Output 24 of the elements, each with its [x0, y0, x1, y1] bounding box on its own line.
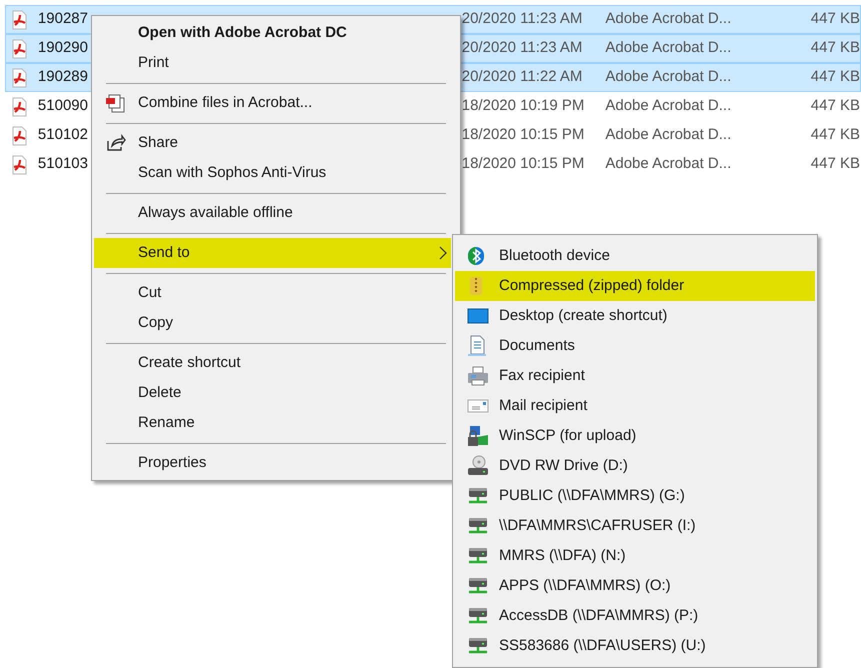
- file-size: 447 KB: [810, 96, 860, 116]
- file-name: 190290: [38, 38, 88, 58]
- file-size: 447 KB: [810, 9, 860, 30]
- file-date: 20/2020 11:23 AM: [462, 9, 584, 30]
- file-size: 447 KB: [810, 154, 860, 174]
- file-name: 190289: [38, 67, 88, 88]
- file-size: 447 KB: [810, 125, 860, 146]
- file-name: 190287: [38, 9, 88, 30]
- file-date: 18/2020 10:19 PM: [462, 96, 586, 116]
- file-size: 447 KB: [810, 38, 860, 58]
- file-type: Adobe Acrobat D...: [605, 96, 732, 116]
- file-size: 447 KB: [810, 67, 860, 88]
- file-type: Adobe Acrobat D...: [605, 154, 732, 174]
- file-date: 20/2020 11:23 AM: [462, 38, 584, 58]
- file-type: Adobe Acrobat D...: [605, 38, 732, 58]
- file-date: 18/2020 10:15 PM: [462, 125, 586, 146]
- file-date: 18/2020 10:15 PM: [462, 154, 586, 174]
- file-name: 510103: [38, 154, 88, 174]
- file-type: Adobe Acrobat D...: [605, 125, 732, 146]
- file-name: 510102: [38, 125, 88, 146]
- file-type: Adobe Acrobat D...: [605, 67, 732, 88]
- file-type: Adobe Acrobat D...: [605, 9, 732, 30]
- file-date: 20/2020 11:22 AM: [462, 67, 584, 88]
- file-name: 510090: [38, 96, 88, 116]
